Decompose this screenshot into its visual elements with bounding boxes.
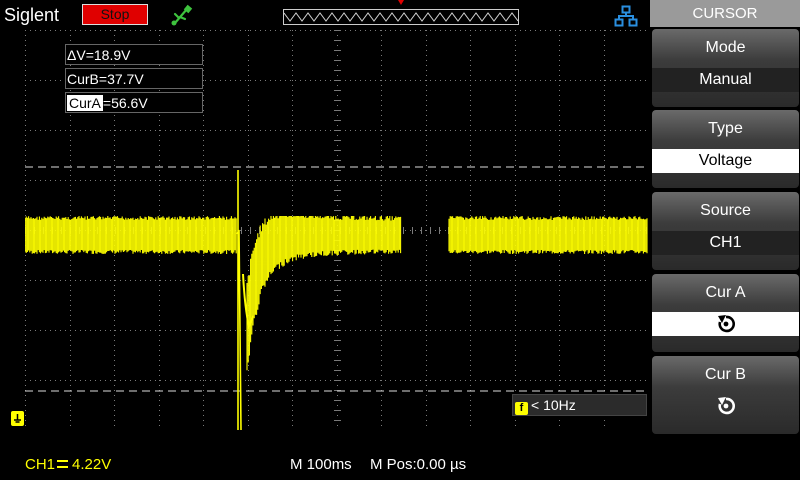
timebase-readout[interactable]: M 100ms [290,456,352,473]
ch1-scale-value: 4.22V [72,456,112,473]
cur-a-knob[interactable] [652,312,799,336]
type-label: Type [708,120,743,137]
ch1-scale-readout[interactable]: CH1 4.22V [25,456,111,473]
source-menu-item[interactable]: Source CH1 [652,192,799,270]
run-stop-status[interactable]: Stop [82,4,148,25]
network-icon [614,5,638,27]
mode-menu-item[interactable]: Mode Manual [652,29,799,107]
cur-b-knob[interactable] [652,394,799,418]
top-status-bar: Siglent Stop [0,0,650,30]
mode-value: Manual [652,68,799,92]
trigger-frequency-text: < 10Hz [531,397,576,413]
ch1-ground-marker-icon[interactable] [11,411,24,426]
cur-a-menu-item[interactable]: Cur A [652,274,799,352]
delta-v-readout: ΔV=18.9V [65,44,203,65]
type-menu-item[interactable]: Type Voltage [652,110,799,188]
rotate-knob-icon [717,397,735,415]
menu-title: CURSOR [650,0,800,27]
ch1-waveform [25,216,648,371]
bottom-status-bar: CH1 4.22V M 100ms M Pos:0.00 µs [0,448,650,480]
memory-depth-bar [283,9,519,25]
frequency-icon: f [515,402,528,415]
type-value: Voltage [652,149,799,173]
brand-label: Siglent [4,5,60,25]
mode-label: Mode [705,39,746,56]
waveform-display[interactable]: ΔV=18.9V CurB=37.7V CurA =56.6V [25,30,648,430]
source-value: CH1 [652,231,799,255]
dc-coupling-icon [57,460,69,469]
trigger-position-marker [398,0,404,5]
horizontal-position-readout[interactable]: M Pos:0.00 µs [370,456,466,473]
rotate-knob-icon [717,315,735,333]
cur-b-menu-item[interactable]: Cur B [652,356,799,434]
cur-a-value: =56.6V [102,95,148,111]
cur-a-label: CurA [67,95,103,111]
source-label: Source [700,202,751,219]
cur-b-menu-label: Cur B [705,366,746,383]
trigger-frequency-readout: f < 10Hz [512,394,647,416]
cursor-menu: CURSOR Mode Manual Type Voltage Source C… [650,0,800,480]
usb-icon [171,4,193,26]
ch1-label: CH1 [25,456,56,473]
cur-b-readout: CurB=37.7V [65,68,203,89]
graticule [25,30,648,430]
cur-a-menu-label: Cur A [705,284,746,301]
cur-a-readout: CurA =56.6V [65,92,203,113]
